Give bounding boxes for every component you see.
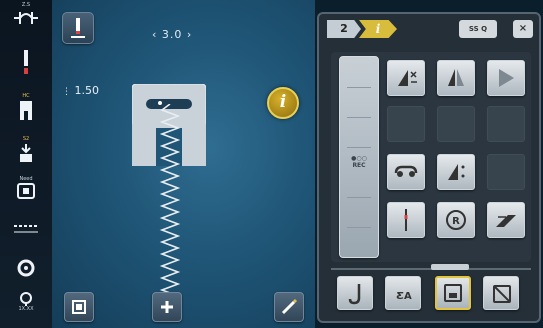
pencil-icon bbox=[281, 298, 298, 315]
thread-icon bbox=[20, 292, 32, 306]
memory-mark bbox=[347, 147, 371, 148]
stitch-pattern-status[interactable]: Z.S bbox=[0, 2, 52, 28]
needle-plate-status[interactable]: Need bbox=[0, 176, 52, 200]
needle-plate-icon bbox=[17, 183, 35, 199]
needle-position-center-button[interactable] bbox=[387, 202, 425, 238]
needle-icon bbox=[24, 50, 28, 74]
svg-text:R: R bbox=[452, 216, 460, 227]
stitch-row-status[interactable] bbox=[0, 222, 52, 238]
save-button[interactable] bbox=[435, 276, 471, 310]
rotate-r-icon: R bbox=[446, 210, 466, 230]
panel-header: 2 i SS Q × bbox=[319, 14, 539, 44]
stitch-zigzag-preview bbox=[159, 104, 181, 304]
disabled-slot bbox=[487, 154, 525, 190]
save-icon bbox=[444, 284, 462, 302]
memory-slider[interactable]: ●○○ REC bbox=[339, 56, 379, 258]
fullscreen-icon bbox=[72, 300, 86, 314]
stitch-row-icon bbox=[14, 225, 38, 233]
stitch-pattern-icon bbox=[14, 12, 38, 24]
center-line-icon bbox=[404, 209, 408, 231]
balance-icon bbox=[496, 215, 516, 227]
edit-panel: 2 i SS Q × ●○○ REC R ƸA bbox=[317, 12, 541, 323]
tab-info[interactable]: i bbox=[359, 20, 397, 38]
rec-label: ●○○ REC bbox=[340, 155, 378, 169]
presser-foot-status[interactable]: HC bbox=[0, 93, 52, 121]
mirror-vertical-icon bbox=[499, 69, 514, 87]
securing-button[interactable] bbox=[337, 276, 373, 310]
memory-mark bbox=[347, 227, 371, 228]
memory-mark bbox=[347, 87, 371, 88]
info-button[interactable]: i bbox=[267, 87, 299, 119]
edit-button[interactable] bbox=[274, 292, 304, 322]
disabled-slot bbox=[387, 106, 425, 142]
svg-text:ƸA: ƸA bbox=[396, 291, 412, 302]
panel-divider-handle[interactable] bbox=[431, 264, 469, 270]
triangle-mirror-icon bbox=[398, 70, 417, 86]
rec-text: REC bbox=[352, 162, 366, 169]
foot-pressure-status[interactable]: S2 bbox=[0, 136, 52, 164]
delete-button[interactable] bbox=[483, 276, 519, 310]
tension-status[interactable] bbox=[0, 258, 52, 278]
thread-label: 1X.XX bbox=[18, 306, 34, 312]
needle-position-button[interactable] bbox=[62, 12, 94, 44]
close-button[interactable]: × bbox=[513, 20, 533, 38]
disabled-slot bbox=[487, 106, 525, 142]
mirror-horizontal-icon bbox=[448, 69, 464, 86]
foot-pressure-icon bbox=[20, 144, 32, 162]
alphabet-button[interactable]: ƸA bbox=[385, 276, 421, 310]
mirror-width-button[interactable] bbox=[387, 60, 425, 96]
mirror-left-right-button[interactable] bbox=[437, 60, 475, 96]
delete-icon bbox=[493, 285, 511, 303]
presser-foot-icon bbox=[20, 101, 32, 120]
needle-status[interactable] bbox=[0, 48, 52, 76]
needle-position-icon bbox=[71, 18, 85, 38]
tension-icon bbox=[17, 259, 35, 277]
disabled-slot bbox=[437, 106, 475, 142]
alphabet-icon: ƸA bbox=[396, 291, 412, 302]
stitch-length-value: 1.50 bbox=[74, 84, 100, 97]
stitch-length-ruler-icon: ⋮ bbox=[62, 87, 71, 97]
stitch-length-indicator[interactable]: ⋮ 1.50 bbox=[62, 84, 99, 97]
stitch-preview-area: ‹ 3.0 › ⋮ 1.50 i bbox=[52, 0, 315, 328]
pattern-start-button[interactable]: R bbox=[437, 202, 475, 238]
add-button[interactable] bbox=[152, 292, 182, 322]
plus-icon bbox=[161, 301, 173, 313]
mirror-up-down-button[interactable] bbox=[487, 60, 525, 96]
thread-status[interactable]: 1X.XX bbox=[0, 290, 52, 312]
triangle-density-icon bbox=[448, 164, 465, 180]
search-button[interactable]: SS Q bbox=[459, 20, 497, 38]
infinity-loop-icon bbox=[394, 165, 418, 177]
stitch-density-button[interactable] bbox=[437, 154, 475, 190]
pattern-repeat-button[interactable] bbox=[387, 154, 425, 190]
balance-button[interactable] bbox=[487, 202, 525, 238]
memory-mark bbox=[347, 197, 371, 198]
rec-dot-icon: ●○○ bbox=[351, 155, 367, 162]
memory-mark bbox=[347, 117, 371, 118]
stitch-width-value[interactable]: ‹ 3.0 › bbox=[152, 28, 192, 41]
sewing-machine-screen: Z.S HC S2 Need 1X.XX ‹ 3.0 › ⋮ 1.50 i 2 … bbox=[0, 0, 543, 328]
tab-number[interactable]: 2 bbox=[327, 20, 361, 38]
fullscreen-button[interactable] bbox=[64, 292, 94, 322]
left-status-strip: Z.S HC S2 Need 1X.XX bbox=[0, 0, 53, 328]
hook-icon bbox=[348, 284, 361, 305]
